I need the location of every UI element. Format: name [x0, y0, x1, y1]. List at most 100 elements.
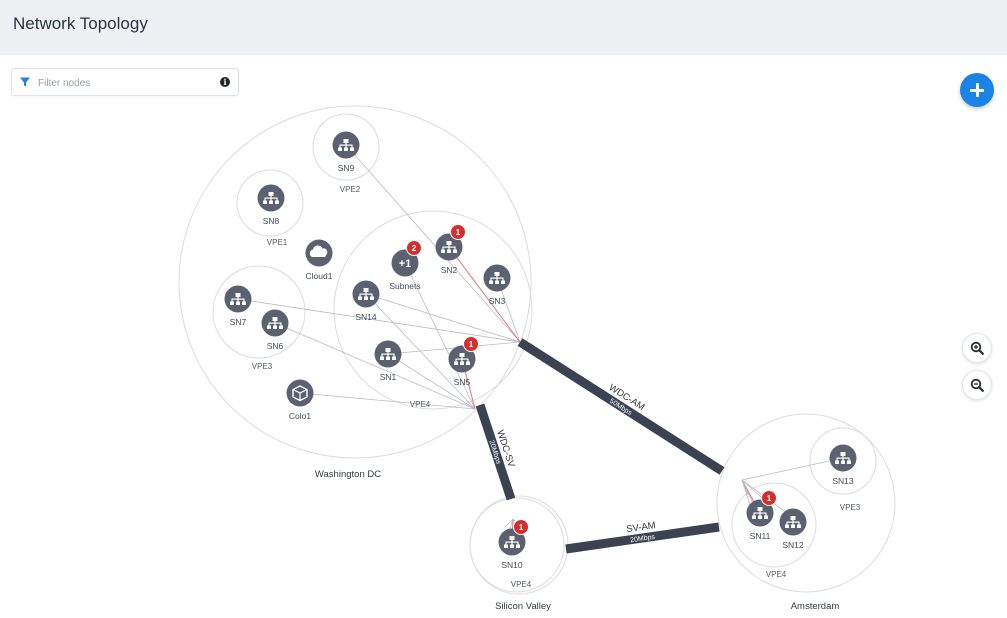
network-icon: [274, 323, 276, 326]
network-icon: [339, 145, 341, 148]
node-sn7[interactable]: SN7: [224, 285, 252, 328]
network-icon: [345, 143, 347, 145]
network-icon: [272, 317, 278, 321]
network-icon: [270, 198, 272, 201]
alert-connector-line: [448, 246, 521, 343]
network-icon: [454, 361, 458, 365]
network-icon: [268, 323, 270, 326]
site-circle-am: [716, 413, 896, 593]
vpe-label: VPE3: [840, 503, 861, 512]
vpe-label: VPE4: [511, 580, 532, 589]
network-icon: [494, 272, 500, 276]
network-icon: [447, 249, 451, 253]
network-icon: [279, 325, 283, 329]
network-icon: [792, 522, 794, 525]
vpe-label: VPE1: [267, 238, 288, 247]
network-icon: [236, 301, 240, 305]
node-label: SN10: [501, 560, 523, 570]
network-icon: [835, 460, 839, 464]
network-icon: [753, 513, 755, 516]
network-icon: [237, 299, 239, 302]
network-icon: [386, 356, 390, 360]
network-icon: [461, 359, 463, 362]
network-icon: [365, 292, 367, 294]
network-icon: [230, 301, 234, 305]
network-icon: [516, 544, 520, 548]
network-icon: [276, 198, 278, 201]
node-sn13[interactable]: SN13: [829, 444, 857, 487]
node-sn10[interactable]: SN10 1: [498, 519, 529, 571]
node-label: SN11: [750, 531, 771, 541]
node-label: SN9: [338, 163, 355, 173]
site-circle-wdc: [178, 105, 532, 459]
node-label: SN5: [454, 377, 471, 387]
topology-canvas[interactable]: 50MbpsWDC-AM20MbpsWDC-SV20MbpsSV-AM SN9 S…: [0, 55, 1007, 618]
network-icon: [797, 524, 801, 528]
node-label: SN13: [832, 476, 854, 486]
node-sn9[interactable]: SN9: [332, 131, 360, 174]
network-icon: [442, 247, 444, 250]
network-icon: [496, 276, 498, 278]
site-label-am: Amsterdam: [791, 601, 840, 612]
vpe-label: VPE4: [766, 570, 787, 579]
alert-badge-count: 1: [456, 228, 461, 237]
network-icon: [461, 357, 463, 359]
network-icon: [392, 356, 396, 360]
network-icon: [381, 354, 383, 357]
node-sn8[interactable]: SN8: [257, 184, 285, 227]
network-icon: [345, 145, 347, 148]
connector-line: [741, 457, 844, 481]
node-sn14[interactable]: SN14: [352, 280, 380, 323]
node-sn2[interactable]: SN2 1: [435, 224, 466, 276]
network-icon: [371, 294, 373, 297]
network-icon: [231, 299, 233, 302]
network-icon: [757, 507, 763, 511]
network-icon: [848, 458, 850, 461]
network-icon: [237, 297, 239, 299]
node-label: Cloud1: [306, 271, 333, 281]
node-cloud1[interactable]: Cloud1: [305, 239, 333, 282]
network-icon: [496, 278, 498, 281]
network-icon: [270, 196, 272, 198]
node-subnets[interactable]: +1 Subnets 2: [389, 240, 422, 292]
node-label: SN8: [263, 216, 280, 226]
node-sn3[interactable]: SN3: [483, 264, 511, 307]
network-icon: [840, 452, 846, 456]
network-icon: [453, 249, 457, 253]
node-sn12[interactable]: SN12: [779, 508, 807, 551]
network-icon: [455, 359, 457, 362]
vpe-label: VPE4: [410, 400, 431, 409]
network-icon: [785, 524, 789, 528]
network-icon: [448, 247, 450, 250]
network-icon: [343, 139, 349, 143]
site-label-sv: Silicon Valley: [495, 601, 551, 612]
node-label: Colo1: [289, 411, 311, 421]
node-label: SN3: [489, 296, 506, 306]
network-icon: [842, 458, 844, 461]
network-icon: [510, 544, 514, 548]
network-icon: [792, 520, 794, 522]
network-icon: [842, 456, 844, 458]
network-icon: [364, 296, 368, 300]
alert-badge-count: 2: [412, 244, 417, 253]
node-sn6[interactable]: SN6: [261, 309, 289, 352]
vpe-label: VPE2: [340, 185, 361, 194]
network-icon: [264, 198, 266, 201]
network-icon: [841, 460, 845, 464]
network-icon: [359, 294, 361, 297]
alert-badge-count: 1: [469, 340, 474, 349]
network-icon: [358, 296, 362, 300]
network-icon: [791, 524, 795, 528]
node-colo1[interactable]: Colo1: [286, 379, 314, 422]
network-icon: [387, 352, 389, 354]
connector-line: [299, 392, 476, 410]
node-sn5[interactable]: SN5 1: [448, 336, 479, 388]
network-icon: [446, 241, 452, 245]
network-icon: [268, 192, 274, 196]
connector-lines: [237, 144, 844, 543]
node-sn11[interactable]: SN11 1: [746, 490, 777, 542]
network-icon: [385, 348, 391, 352]
network-icon: [380, 356, 384, 360]
network-icon: [790, 516, 796, 520]
network-icon: [243, 299, 245, 302]
